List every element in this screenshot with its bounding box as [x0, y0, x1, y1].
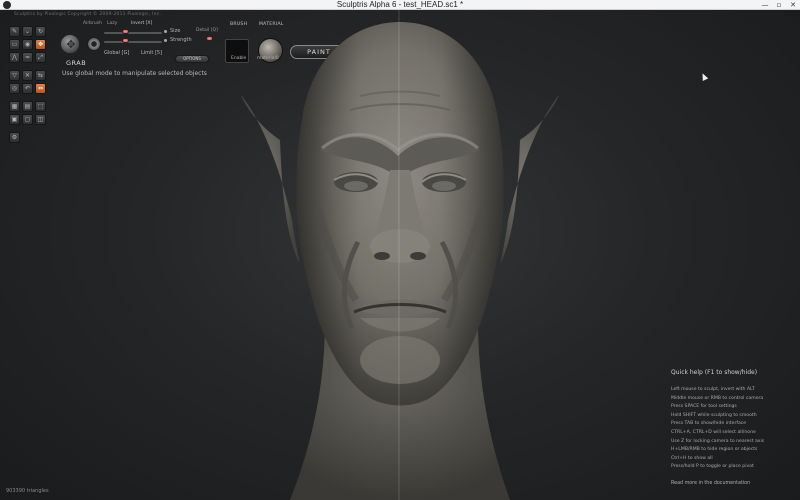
strength-slider-knob[interactable] [122, 38, 129, 43]
status-hint: Use global mode to manipulate selected o… [62, 70, 207, 77]
sculpt-viewport[interactable]: Sculptris by Pixologic Copyright © 2009-… [0, 10, 800, 500]
size-slider[interactable] [104, 32, 162, 34]
global-toggle[interactable]: Global [G] [104, 50, 129, 56]
options-button[interactable]: OPTIONS [175, 55, 209, 63]
tool-grid: ✎ ⌄ ↻ ▭ ◉ ✥ ⋀ ≈ ⤢ ▽ ✕ ⇆ ◎ ↶ ⇔ ▦ ▤ ⬚ ▣ ▢ … [9, 26, 49, 145]
help-line: Ctrl+H to show all [671, 455, 713, 461]
help-line: Middle mouse or RMB to control camera [671, 395, 764, 401]
limit-toggle[interactable]: Limit [5] [141, 50, 162, 56]
airbrush-toggle[interactable]: Airbrush [83, 21, 102, 26]
tool-name: GRAB [66, 59, 87, 67]
inflate-icon[interactable]: ◉ [22, 39, 33, 50]
window-title: Sculptris Alpha 6 - test_HEAD.sc1 * [336, 0, 464, 9]
grab-icon[interactable]: ✥ [35, 39, 46, 50]
mirror-icon[interactable]: ⇆ [35, 70, 46, 81]
strength-slider[interactable] [104, 41, 162, 43]
minimize-button[interactable]: — [758, 0, 772, 10]
size-label: Size [170, 28, 181, 34]
settings-icon[interactable]: ⚙ [9, 132, 20, 143]
detail-slider-knob[interactable] [206, 36, 213, 41]
draw-icon[interactable]: ✎ [9, 26, 20, 37]
mouse-cursor-icon [699, 72, 709, 81]
strength-dot-icon [164, 39, 167, 42]
mask-icon[interactable]: ✕ [22, 70, 33, 81]
sculpted-head-model[interactable] [230, 10, 570, 500]
help-line: Press/hold P to toggle or place pivot [671, 464, 754, 470]
crease-icon[interactable]: ⌄ [22, 26, 33, 37]
help-line: Hold SHIFT while sculpting to smooth [671, 412, 757, 418]
close-button[interactable]: ✕ [786, 0, 800, 10]
brush-falloff-icon[interactable] [87, 37, 101, 51]
help-line: Use Z for locking camera to nearest axis [671, 438, 765, 444]
scale-icon[interactable]: ⤢ [35, 52, 46, 63]
wireframe-icon[interactable]: ◎ [9, 83, 20, 94]
help-line: Left mouse to sculpt, invert with ALT [671, 387, 755, 392]
strength-label: Strength [170, 37, 192, 43]
import-icon[interactable]: ▢ [22, 114, 33, 125]
credits-text: Sculptris by Pixologic Copyright © 2009-… [14, 12, 162, 17]
symmetry-plane [398, 10, 400, 500]
help-line: Press TAB to show/hide interface [671, 421, 747, 427]
redo-icon[interactable]: ⇔ [35, 83, 46, 94]
help-line: H+LMB/RMB to hide region or objects [671, 447, 758, 453]
title-bar: Sculptris Alpha 6 - test_HEAD.sc1 * — ▫ … [0, 0, 800, 10]
smooth-icon[interactable]: ≈ [22, 52, 33, 63]
size-slider-knob[interactable] [122, 29, 129, 34]
documentation-link[interactable]: Read more in the documentation [671, 481, 799, 486]
detail-label: Detail [Q] [196, 28, 218, 33]
lazy-toggle[interactable]: Lazy [107, 21, 117, 26]
quick-help-panel: Quick help (F1 to show/hide) Left mouse … [671, 369, 799, 486]
help-line: CTRL+A, CTRL+D will select all/none [671, 429, 756, 435]
save-icon[interactable]: ◫ [35, 114, 46, 125]
quick-help-title: Quick help (F1 to show/hide) [671, 369, 758, 376]
grab-tool-icon[interactable] [60, 34, 81, 55]
invert-toggle[interactable]: Invert [X] [131, 21, 152, 26]
pinch-icon[interactable]: ⋀ [9, 52, 20, 63]
reduce-icon[interactable]: ▤ [22, 101, 33, 112]
size-dot-icon [164, 30, 167, 33]
help-line: Press SPACE for tool settings [671, 404, 737, 410]
undo-icon[interactable]: ↶ [22, 83, 33, 94]
export-icon[interactable]: ▣ [9, 114, 20, 125]
reduce-brush-icon[interactable]: ▽ [9, 70, 20, 81]
triangle-count: 903390 triangles [6, 488, 49, 494]
subdivide-icon[interactable]: ▦ [9, 101, 20, 112]
rotate-icon[interactable]: ↻ [35, 26, 46, 37]
maximize-button[interactable]: ▫ [772, 0, 786, 10]
flatten-icon[interactable]: ▭ [9, 39, 20, 50]
new-icon[interactable]: ⬚ [35, 101, 46, 112]
